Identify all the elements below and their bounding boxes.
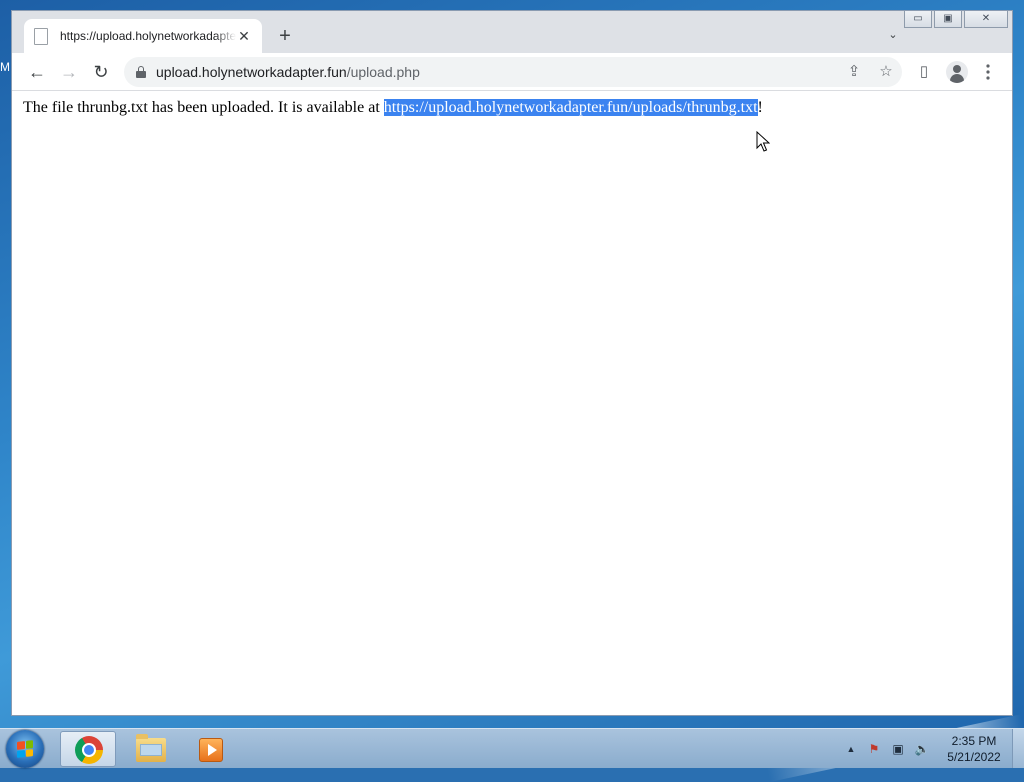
taskbar-file-explorer[interactable] [123, 731, 179, 767]
browser-toolbar: ← → ↻ upload.holynetworkadapter.fun/uplo… [12, 53, 1012, 91]
share-icon[interactable]: ⇪ [844, 62, 864, 82]
minimize-button[interactable]: ▭ [904, 11, 932, 28]
show-hidden-icons-icon[interactable]: ▲ [843, 741, 859, 757]
windows-flag-icon [17, 740, 33, 758]
address-bar[interactable]: upload.holynetworkadapter.fun/upload.php… [124, 57, 902, 87]
close-window-button[interactable]: ✕ [964, 11, 1008, 28]
url-path: /upload.php [346, 64, 420, 80]
profile-avatar-icon[interactable] [946, 61, 968, 83]
action-center-flag-icon[interactable]: ⚑ [866, 741, 882, 757]
maximize-button[interactable]: ▣ [934, 11, 962, 28]
folder-icon [136, 734, 166, 762]
reload-button[interactable]: ↻ [89, 60, 113, 84]
tab-close-icon[interactable]: ✕ [236, 28, 252, 44]
message-suffix: ! [757, 99, 763, 116]
tab-search-chevron-icon[interactable]: ⌄ [884, 26, 902, 44]
side-panel-icon[interactable]: ▯ [914, 62, 934, 82]
back-button[interactable]: ← [25, 60, 49, 84]
upload-confirmation-message: The file thrunbg.txt has been uploaded. … [23, 99, 763, 117]
clock-time: 2:35 PM [951, 734, 997, 748]
chrome-icon [75, 736, 103, 764]
media-player-icon [199, 738, 223, 762]
taskbar-chrome[interactable] [60, 731, 116, 767]
url-host: upload.holynetworkadapter.fun [156, 64, 347, 80]
forward-button[interactable]: → [57, 60, 81, 84]
volume-icon[interactable]: 🔈 [914, 741, 930, 757]
start-button[interactable] [6, 730, 44, 768]
taskbar: ▲ ⚑ ▣ 🔈 2:35 PM 5/21/2022 [0, 728, 1024, 768]
tab-title: https://upload.holynetworkadapter.fun/up… [60, 29, 236, 43]
taskbar-media-player[interactable] [184, 731, 240, 767]
uploaded-file-link[interactable]: https://upload.holynetworkadapter.fun/up… [383, 99, 758, 116]
bookmark-star-icon[interactable]: ☆ [876, 62, 896, 82]
tab-strip: https://upload.holynetworkadapter.fun/up… [12, 11, 1012, 53]
address-url[interactable]: upload.holynetworkadapter.fun/upload.php [156, 64, 420, 80]
system-clock[interactable]: 2:35 PM 5/21/2022 [938, 733, 1010, 765]
new-tab-button[interactable]: + [274, 25, 296, 47]
page-content: The file thrunbg.txt has been uploaded. … [12, 91, 1012, 715]
clock-date: 5/21/2022 [947, 750, 1001, 764]
tab-upload-page[interactable]: https://upload.holynetworkadapter.fun/up… [24, 19, 262, 53]
window-controls: ▭ ▣ ✕ [904, 11, 1008, 29]
message-prefix: The file thrunbg.txt has been uploaded. … [23, 99, 384, 116]
network-icon[interactable]: ▣ [890, 741, 906, 757]
menu-kebab-icon[interactable] [978, 62, 998, 82]
browser-window: https://upload.holynetworkadapter.fun/up… [11, 10, 1013, 716]
mouse-pointer-icon [756, 131, 770, 152]
page-favicon-icon [34, 27, 48, 45]
lock-icon[interactable] [136, 66, 146, 78]
show-desktop-button[interactable] [1012, 729, 1024, 768]
